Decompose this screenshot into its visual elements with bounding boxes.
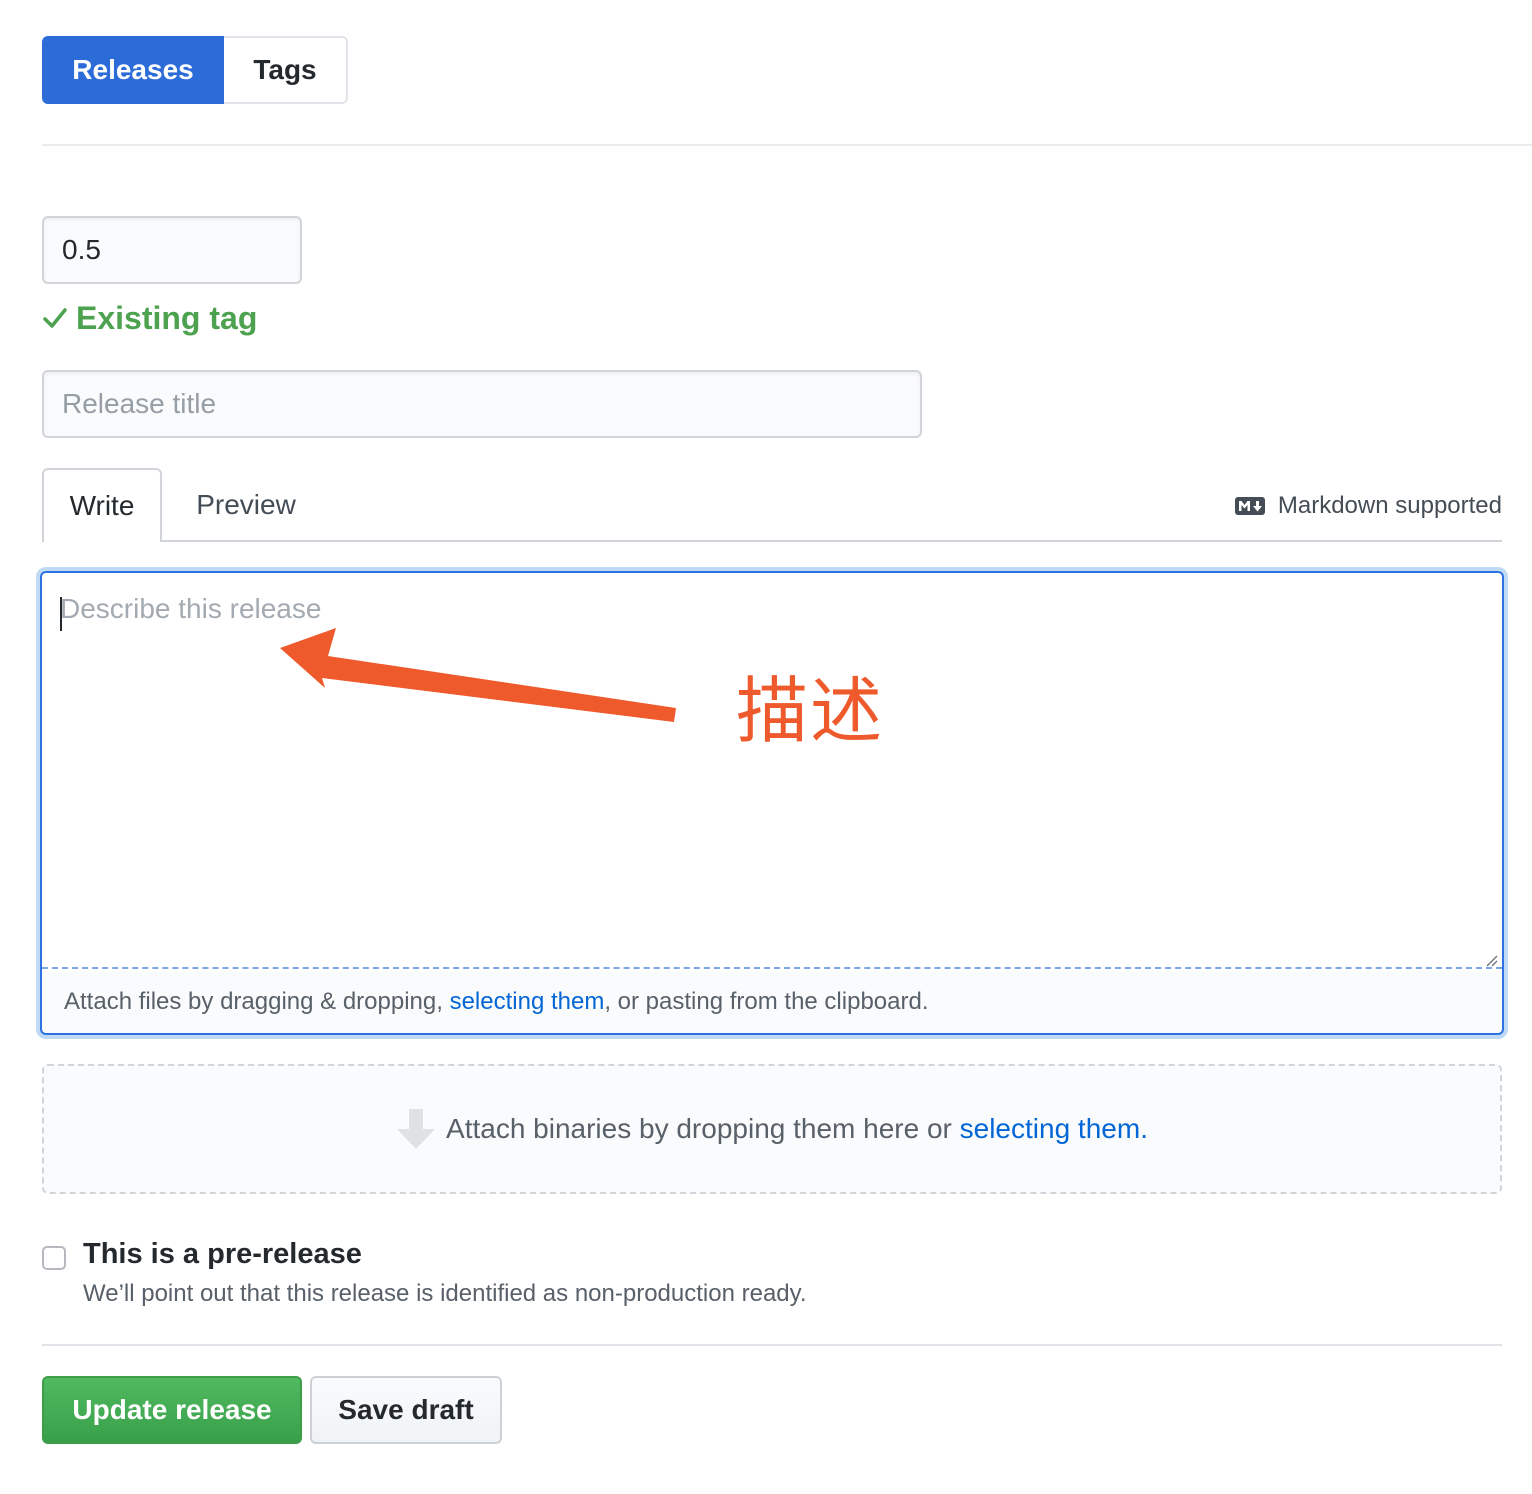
update-release-button[interactable]: Update release <box>42 1376 302 1444</box>
prerelease-note: We’ll point out that this release is ide… <box>83 1280 807 1307</box>
binaries-prefix: Attach binaries by dropping them here or <box>446 1113 960 1144</box>
prerelease-label[interactable]: This is a pre-release <box>83 1238 362 1271</box>
tab-tags[interactable]: Tags <box>224 36 348 104</box>
attach-files-prefix: Attach files by dragging & dropping, <box>64 988 450 1015</box>
binaries-suffix: . <box>1140 1113 1148 1144</box>
tab-preview[interactable]: Preview <box>176 468 316 542</box>
tab-releases[interactable]: Releases <box>42 36 224 104</box>
arrow-annotation-icon <box>280 628 676 722</box>
tab-write-label: Write <box>69 490 135 521</box>
save-draft-button[interactable]: Save draft <box>310 1376 502 1444</box>
tag-status: Existing tag <box>42 296 257 340</box>
release-title-input[interactable] <box>42 370 922 438</box>
markdown-supported-link[interactable]: Markdown supported <box>1234 486 1502 526</box>
attach-files-bar: Attach files by dragging & dropping, sel… <box>42 971 1502 1033</box>
binaries-dropzone[interactable]: Attach binaries by dropping them here or… <box>42 1064 1502 1194</box>
divider <box>42 144 1532 146</box>
tag-version-input[interactable] <box>42 216 302 284</box>
attach-files-suffix: , or pasting from the clipboard. <box>604 988 929 1015</box>
annotation-label: 描述 <box>736 669 885 753</box>
release-description-editor: Attach files by dragging & dropping, sel… <box>40 571 1504 1035</box>
markdown-supported-label: Markdown supported <box>1277 492 1502 519</box>
attach-files-select-link[interactable]: selecting them <box>450 988 605 1016</box>
arrow-down-icon <box>397 1109 436 1149</box>
text-caret <box>60 597 62 631</box>
release-description-textarea[interactable] <box>42 573 1502 969</box>
tab-preview-label: Preview <box>196 489 296 520</box>
check-icon <box>43 308 67 328</box>
tab-write[interactable]: Write <box>42 468 162 544</box>
prerelease-checkbox[interactable] <box>42 1246 66 1270</box>
binaries-select-link[interactable]: selecting them <box>960 1113 1141 1145</box>
tag-status-label: Existing tag <box>76 299 258 336</box>
releases-tags-nav: Releases Tags <box>42 36 348 104</box>
markdown-icon <box>1234 497 1265 515</box>
resize-grip-icon[interactable] <box>1484 953 1498 967</box>
divider-bottom <box>42 1344 1502 1346</box>
